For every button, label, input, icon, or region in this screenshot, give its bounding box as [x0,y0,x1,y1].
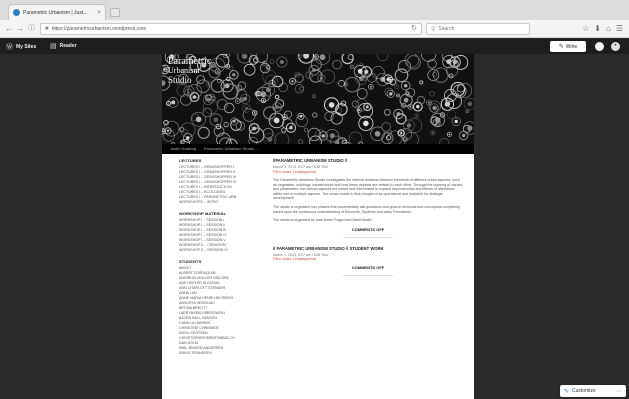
post-paragraph: The studio is organised into phases that… [273,204,461,214]
site-title[interactable]: Parametric Urbanism Studio [168,56,212,85]
sidebar-link[interactable]: WORKSHOP II – SESSION VI [179,248,259,253]
post-paragraph: The studio is organised by Isak Worre Fo… [273,218,373,223]
header-strip-text: Justin Hosking ... · Parametric Urbanism… [170,146,259,151]
sidebar-link[interactable]: WORKSHOPS – INTRO [179,200,259,205]
reload-icon[interactable]: ↻ [411,24,417,32]
tab-close-icon[interactable]: × [97,10,101,16]
write-button[interactable]: ✎ Write [550,41,586,52]
customize-icon: ✎ [564,388,570,395]
new-tab-button[interactable] [110,8,120,17]
download-icon[interactable]: ⬇ [594,24,601,34]
post-body: The Parametric Urbanism Studio investiga… [273,178,463,223]
tab-title: Parametric Urbanism | Just... [23,9,88,16]
search-box[interactable]: ⚲ [426,23,530,35]
sidebar-list: WORKSHOP I – SESSION I WORKSHOP I – SESS… [179,218,259,253]
site-page: Parametric Urbanism Studio Justin Hoskin… [162,54,474,399]
wordpress-favicon-icon [13,9,20,16]
reader-label: Reader [59,43,77,49]
sidebar: LECTURES LECTURES I – GRASSHOPPER I LECT… [179,158,259,362]
comments-status: COMMENTS OFF [351,226,385,232]
sidebar-link[interactable]: EMILIE FRANDSEN [179,351,259,356]
reader-icon: ▤ [50,43,57,50]
site-title-line: Urbanism [168,66,200,75]
sidebar-heading: WORKSHOP MATERIAL [179,211,227,216]
post-title[interactable]: //PARAMETRIC URBANISM STUDIO // [273,158,463,163]
post-separator [343,274,393,276]
url-text: https://parametricurbanism.wordpress.com [51,26,147,32]
site-title-line: Studio [168,75,192,85]
bookmark-star-icon[interactable]: ☆ [582,24,589,34]
user-avatar[interactable] [595,42,604,51]
post-title[interactable]: // PARAMETRIC URBANISM STUDIO // STUDENT… [273,246,463,251]
sidebar-heading: LECTURES [179,158,202,163]
address-bar[interactable]: ■ https://parametricurbanism.wordpress.c… [40,23,422,35]
home-icon[interactable]: ⌂ [606,24,611,34]
main-content: //PARAMETRIC URBANISM STUDIO // March 1,… [273,158,463,284]
browser-tab[interactable]: Parametric Urbanism | Just... × [8,4,106,20]
my-sites-menu[interactable]: Ⓦ My Sites [6,42,36,52]
site-header: Parametric Urbanism Studio Justin Hoskin… [162,54,474,154]
sidebar-list: ABOUT ALBERT ZORRAQUIN ANDREAS MOLLER NI… [179,266,259,356]
forward-arrow-icon[interactable]: → [16,24,24,34]
post-separator [343,236,393,238]
back-arrow-icon[interactable]: ← [5,24,13,34]
lock-icon: ■ [45,26,49,32]
sidebar-list: LECTURES I – GRASSHOPPER I LECTURES I – … [179,165,259,205]
browser-nav-bar: ← → ⓘ ■ https://parametricurbanism.wordp… [0,20,629,38]
toolbar-icons: ☆ ⬇ ⌂ ☰ [582,24,623,34]
wordpress-admin-bar: Ⓦ My Sites ▤ Reader ✎ Write • [0,39,629,54]
post: //PARAMETRIC URBANISM STUDIO // March 1,… [273,158,463,238]
menu-icon[interactable]: ☰ [616,24,623,34]
wordpress-logo-icon: Ⓦ [6,44,13,51]
browser-tab-bar: Parametric Urbanism | Just... × [0,0,629,20]
post-meta: March 1, 2013, 8:07 am / Edit This Filed… [273,253,463,262]
post-paragraph: The Parametric Urbanism Studio investiga… [273,178,463,201]
customize-button[interactable]: ✎ Customize ⋯ [560,385,626,397]
write-label: Write [565,43,578,50]
reader-menu[interactable]: ▤ Reader [50,42,77,50]
customize-label: Customize [572,388,596,394]
sidebar-heading: STUDENTS [179,259,202,264]
post-category[interactable]: Filed under: Uncategorized [273,257,463,262]
notifications-icon[interactable]: • [611,42,620,51]
site-title-line: Parametric [168,56,212,67]
post-category[interactable]: Filed under: Uncategorized [273,170,463,175]
pencil-icon: ✎ [558,44,564,50]
search-input[interactable] [438,26,519,32]
header-strip: Justin Hosking ... · Parametric Urbanism… [162,144,474,154]
my-sites-label: My Sites [16,44,37,50]
info-icon[interactable]: ⓘ [28,24,35,34]
more-options-icon[interactable]: ⋯ [616,388,622,395]
comments-status: COMMENTS OFF [351,264,385,270]
search-icon: ⚲ [431,26,436,33]
post-meta: March 1, 2013, 8:07 am / Edit This Filed… [273,165,463,174]
post: // PARAMETRIC URBANISM STUDIO // STUDENT… [273,246,463,276]
